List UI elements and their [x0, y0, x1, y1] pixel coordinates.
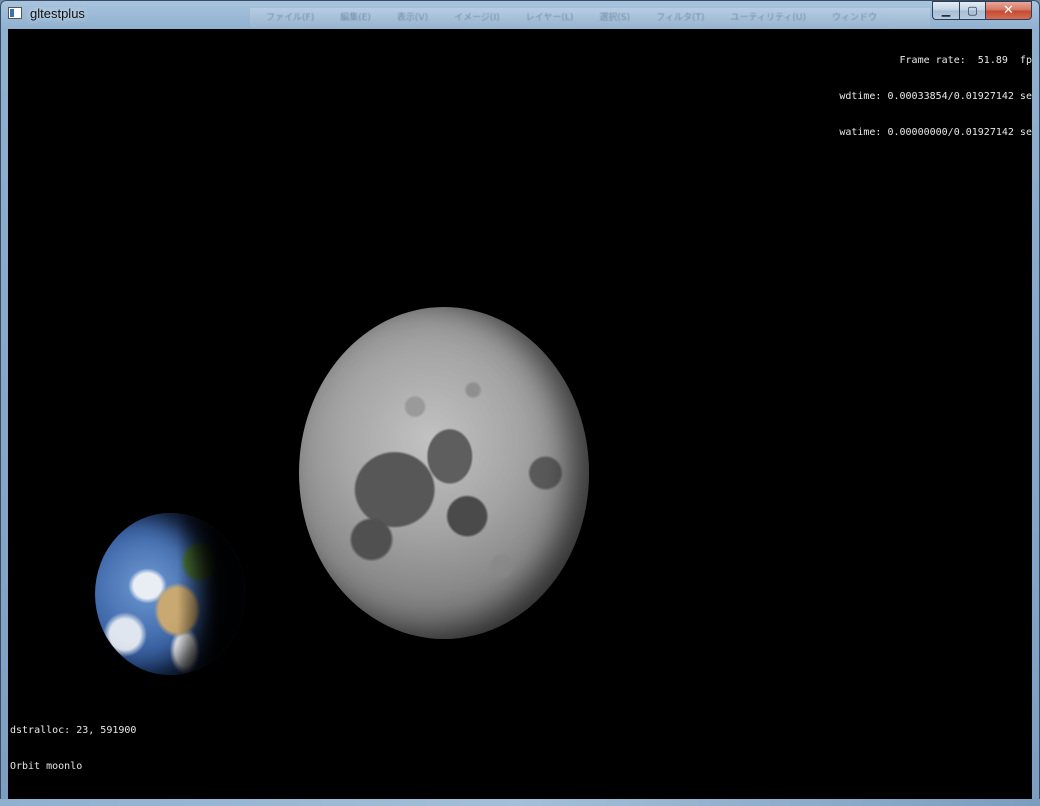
- background-menu-item: 編集(E): [340, 13, 371, 23]
- opengl-viewport[interactable]: Frame rate: 51.89 fps wdtime: 0.00033854…: [8, 29, 1032, 799]
- background-menu-item: ウィンドウ: [832, 13, 878, 23]
- background-menu-item: 選択(S): [599, 13, 631, 23]
- close-button[interactable]: ✕: [985, 1, 1032, 20]
- stats-overlay: Frame rate: 51.89 fps wdtime: 0.00033854…: [839, 31, 1032, 163]
- window-title: gltestplus: [30, 6, 85, 21]
- app-window: ファイル(F) 編集(E) 表示(V) イメージ(I) レイヤー(L) 選択(S…: [0, 0, 1040, 806]
- caption-buttons: ▁ ▢ ✕: [932, 1, 1032, 20]
- background-menu-item: ユーティリティ(U): [730, 13, 807, 23]
- background-menu-item: イメージ(I): [454, 13, 500, 23]
- moon-sphere: [299, 307, 589, 639]
- background-menu-item: ファイル(F): [266, 13, 315, 23]
- background-menu-strip: ファイル(F) 編集(E) 表示(V) イメージ(I) レイヤー(L) 選択(S…: [250, 8, 930, 28]
- frame-rate-text: Frame rate: 51.89 fps: [899, 55, 1032, 66]
- wdtime-text: wdtime: 0.00033854/0.01927142 sec: [839, 91, 1032, 102]
- minimize-button[interactable]: ▁: [932, 1, 959, 20]
- background-menu-item: フィルタ(T): [656, 13, 705, 23]
- watime-text: watime: 0.00000000/0.01927142 sec: [839, 127, 1032, 138]
- window-bottom-border: [0, 799, 1040, 806]
- dstralloc-text: dstralloc: 23, 591900: [10, 725, 137, 736]
- background-menu-item: レイヤー(L): [525, 13, 574, 23]
- debug-overlay: dstralloc: 23, 591900 Orbit moonlo: [10, 701, 136, 797]
- orbit-text: Orbit moonlo: [10, 761, 83, 772]
- earth-shadow: [95, 513, 245, 675]
- app-window-icon[interactable]: [8, 7, 22, 19]
- background-menu-item: 表示(V): [396, 13, 429, 23]
- maximize-button[interactable]: ▢: [959, 1, 985, 20]
- title-bar[interactable]: ファイル(F) 編集(E) 表示(V) イメージ(I) レイヤー(L) 選択(S…: [0, 0, 1040, 28]
